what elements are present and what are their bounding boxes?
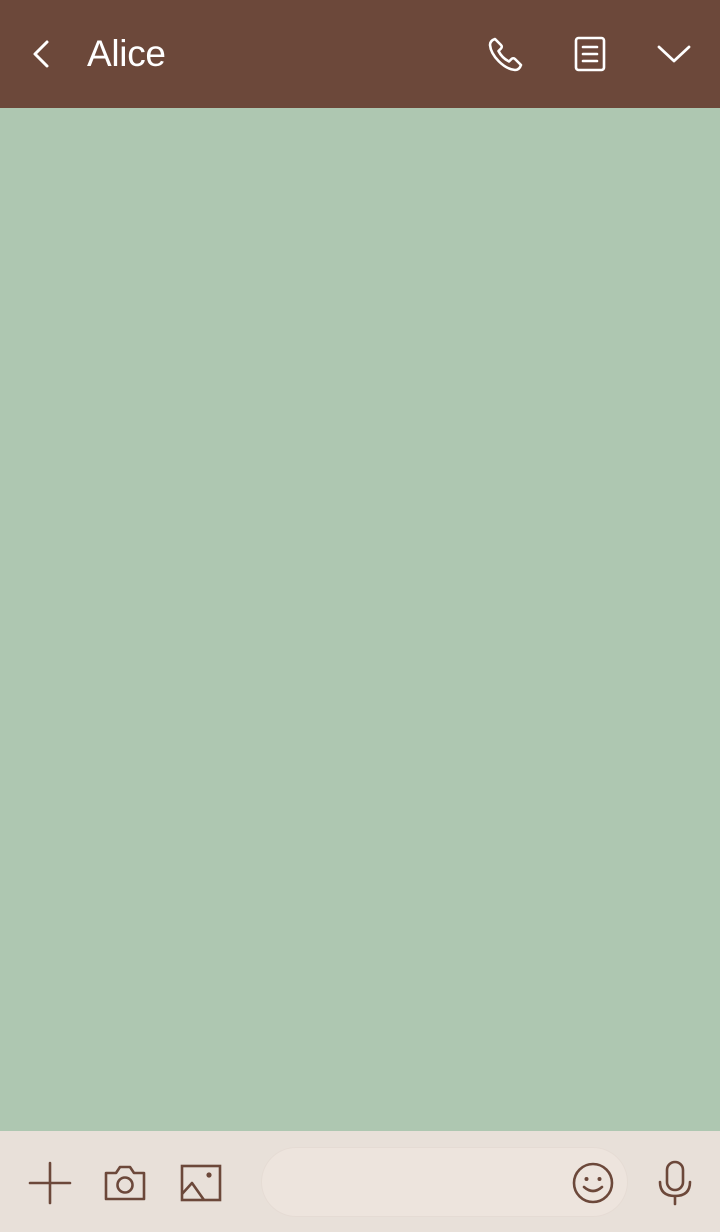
notes-button[interactable]	[566, 30, 614, 78]
contact-name: Alice	[87, 33, 166, 74]
voice-message-button[interactable]	[650, 1158, 700, 1208]
smiley-icon	[572, 1162, 614, 1204]
camera-button[interactable]	[100, 1158, 150, 1208]
gallery-button[interactable]	[176, 1158, 226, 1208]
call-button[interactable]	[482, 30, 530, 78]
notes-icon	[574, 36, 606, 72]
image-icon	[180, 1164, 222, 1202]
plus-icon	[28, 1161, 72, 1205]
emoji-button[interactable]	[568, 1158, 618, 1208]
menu-button[interactable]	[650, 30, 698, 78]
phone-icon	[488, 37, 523, 72]
camera-icon	[104, 1165, 146, 1201]
back-arrow-icon	[33, 40, 49, 68]
message-box	[261, 1147, 628, 1217]
back-button[interactable]	[18, 30, 66, 78]
chat-input-bar	[0, 1131, 720, 1232]
microphone-icon	[658, 1160, 692, 1206]
message-input[interactable]	[283, 1160, 567, 1206]
chevron-down-icon	[657, 45, 691, 63]
add-attachment-button[interactable]	[25, 1158, 75, 1208]
chat-message-area[interactable]	[0, 108, 720, 1131]
chat-header: Alice	[0, 0, 720, 108]
